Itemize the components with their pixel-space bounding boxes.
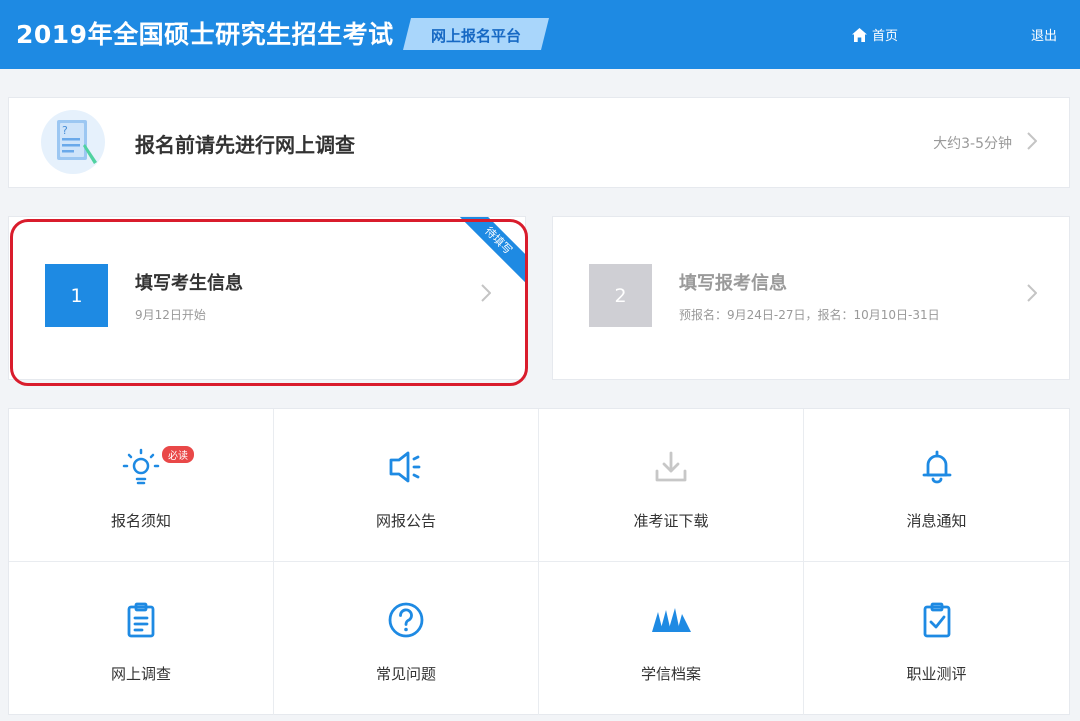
survey-document-icon: ? [41,110,105,174]
megaphone-icon [389,451,421,483]
must-read-badge: 必读 [162,446,194,463]
survey-banner[interactable]: ? 报名前请先进行网上调查 大约3-5分钟 [8,97,1070,188]
grid-item-registration-notice[interactable]: 必读 报名须知 [9,409,274,562]
grid-item-label: 网报公告 [375,512,436,530]
grid-item-notifications[interactable]: 消息通知 [804,409,1069,562]
download-icon [655,451,687,482]
home-link-label: 首页 [872,29,899,44]
top-header: 2019年全国硕士研究生招生考试 网上报名平台 首页 退出 [0,0,1080,69]
grid-item-announcements[interactable]: 网报公告 [274,409,539,562]
chevron-right-icon [481,284,491,302]
step-title: 填写考生信息 [135,273,243,294]
grid-item-label: 常见问题 [375,665,436,683]
clipboard-check-icon [923,602,950,638]
archive-icon [652,608,691,632]
grid-item-online-survey[interactable]: 网上调查 [9,562,274,715]
survey-duration: 大约3-5分钟 [933,136,1012,152]
grid-item-label: 学信档案 [640,665,701,683]
grid-item-label: 网上调查 [110,665,171,683]
function-grid: 必读 报名须知 网报公告 准考证下载 消息通知 网上调查 常见问题 学信档案 职… [8,408,1070,715]
chevron-right-icon [1027,132,1037,150]
status-ribbon: 待填写 [452,217,525,287]
logout-link[interactable]: 退出 [1031,25,1057,44]
platform-tag-label: 网上报名平台 [430,27,521,45]
step-title: 填写报考信息 [679,273,787,294]
svg-text:?: ? [62,124,68,137]
survey-title: 报名前请先进行网上调查 [135,133,355,157]
platform-tag: 网上报名平台 [403,18,549,50]
grid-item-label: 职业测评 [906,665,967,683]
step-number: 2 [589,264,652,327]
bell-icon [922,450,951,484]
home-link[interactable]: 首页 [852,25,898,44]
grid-item-label: 报名须知 [110,512,171,530]
grid-item-career-assessment[interactable]: 职业测评 [804,562,1069,715]
grid-item-label: 消息通知 [906,512,967,530]
site-title: 2019年全国硕士研究生招生考试 [16,20,394,49]
step-date: 预报名：9月24日-27日，报名：10月10日-31日 [679,308,940,322]
home-icon [852,27,867,42]
chevron-right-icon [1027,284,1037,302]
question-icon [388,602,424,638]
grid-item-admission-ticket-download[interactable]: 准考证下载 [539,409,804,562]
step-fill-candidate-info[interactable]: 1 填写考生信息 9月12日开始 待填写 [8,216,526,380]
step-number: 1 [45,264,108,327]
lightbulb-icon [122,448,160,485]
grid-item-label: 准考证下载 [633,512,709,530]
step-date: 9月12日开始 [135,308,206,322]
grid-item-chsi-archive[interactable]: 学信档案 [539,562,804,715]
clipboard-icon [127,602,155,638]
step-fill-application-info[interactable]: 2 填写报考信息 预报名：9月24日-27日，报名：10月10日-31日 [552,216,1070,380]
grid-item-faq[interactable]: 常见问题 [274,562,539,715]
